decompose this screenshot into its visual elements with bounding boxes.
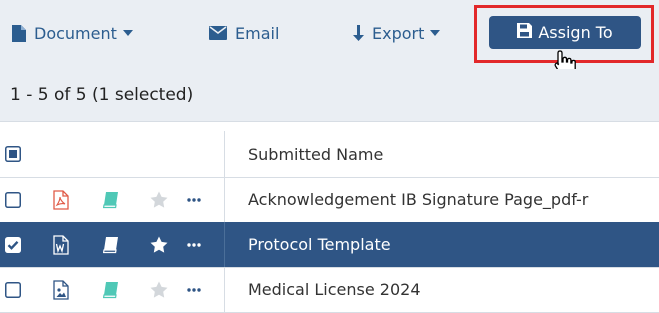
table-header-row: Submitted Name xyxy=(0,131,659,178)
word-file-icon[interactable] xyxy=(53,222,69,267)
row-checkbox[interactable] xyxy=(5,267,21,312)
pdf-file-icon[interactable] xyxy=(53,177,69,222)
select-all-checkbox[interactable] xyxy=(5,131,21,177)
book-icon[interactable] xyxy=(103,267,119,312)
submitted-name-cell[interactable]: Acknowledgement IB Signature Page_pdf-r xyxy=(248,177,588,222)
star-icon[interactable] xyxy=(150,267,168,312)
row-checkbox[interactable] xyxy=(5,177,21,222)
document-table: Submitted Name Acknowledgement IB Signat… xyxy=(0,121,659,313)
email-label: Email xyxy=(235,23,280,43)
caret-down-icon xyxy=(122,30,133,36)
caret-down-icon xyxy=(430,30,441,36)
book-icon[interactable] xyxy=(103,177,119,222)
table-row-selected[interactable]: Protocol Template xyxy=(0,222,659,268)
table-row[interactable]: Acknowledgement IB Signature Page_pdf-r xyxy=(0,177,659,223)
toolbar: Document Email Export Assign To xyxy=(0,0,659,77)
document-menu-label: Document xyxy=(34,23,117,43)
image-file-icon[interactable] xyxy=(53,267,69,312)
more-icon[interactable] xyxy=(187,177,201,222)
submitted-name-cell[interactable]: Protocol Template xyxy=(248,222,391,267)
export-label: Export xyxy=(372,23,425,43)
arrow-down-icon xyxy=(352,25,365,41)
table-row[interactable]: Medical License 2024 xyxy=(0,267,659,313)
export-menu-button[interactable]: Export xyxy=(352,18,441,48)
row-checkbox-checked[interactable] xyxy=(5,222,21,267)
column-divider xyxy=(224,177,225,222)
more-icon[interactable] xyxy=(187,222,201,267)
record-count: 1 - 5 of 5 (1 selected) xyxy=(10,85,194,105)
book-icon[interactable] xyxy=(103,222,119,267)
submitted-name-cell[interactable]: Medical License 2024 xyxy=(248,267,421,312)
email-button[interactable]: Email xyxy=(209,18,279,48)
more-icon[interactable] xyxy=(187,267,201,312)
document-icon xyxy=(12,24,26,42)
column-header-submitted-name[interactable]: Submitted Name xyxy=(248,131,383,177)
email-icon xyxy=(209,26,227,40)
document-menu-button[interactable]: Document xyxy=(12,18,133,48)
column-divider xyxy=(224,267,225,312)
pagination-bar: 1 - 5 of 5 (1 selected) xyxy=(0,69,659,121)
star-icon[interactable] xyxy=(150,177,168,222)
star-icon-active[interactable] xyxy=(150,222,168,267)
column-divider xyxy=(224,222,225,267)
column-divider xyxy=(224,131,225,177)
